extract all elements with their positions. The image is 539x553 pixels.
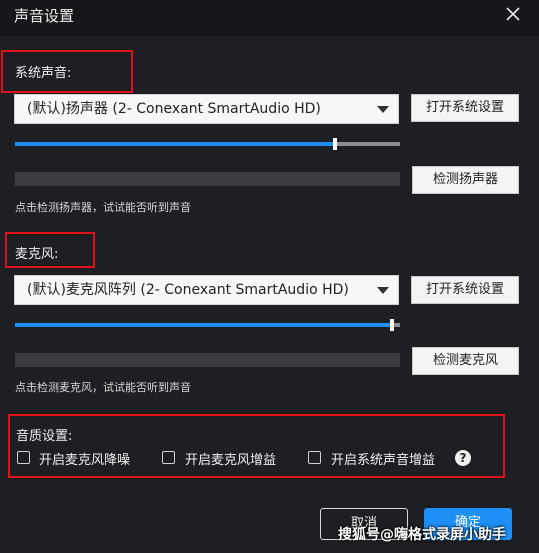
speaker-device-select[interactable]: (默认)扬声器 (2- Conexant SmartAudio HD) bbox=[14, 94, 399, 124]
system-gain-checkbox[interactable] bbox=[308, 451, 321, 464]
microphone-level-meter bbox=[15, 353, 400, 367]
dialog-title: 声音设置 bbox=[14, 7, 75, 25]
open-system-settings-button[interactable]: 打开系统设置 bbox=[411, 94, 519, 122]
speaker-volume-thumb[interactable] bbox=[332, 138, 337, 150]
microphone-label: 麦克风: bbox=[15, 247, 59, 262]
mic-gain-checkbox[interactable] bbox=[162, 451, 175, 464]
test-microphone-button[interactable]: 检测麦克风 bbox=[412, 347, 519, 375]
speaker-volume-slider[interactable] bbox=[15, 138, 400, 150]
chevron-down-icon bbox=[377, 106, 389, 113]
microphone-volume-fill bbox=[15, 323, 393, 327]
microphone-volume-thumb[interactable] bbox=[390, 319, 395, 331]
system-sound-label: 系统声音: bbox=[15, 66, 72, 81]
title-bar bbox=[0, 0, 539, 36]
system-gain-label: 开启系统声音增益 bbox=[331, 453, 436, 468]
microphone-device-select[interactable]: (默认)麦克风阵列 (2- Conexant SmartAudio HD) bbox=[14, 275, 399, 305]
watermark-text: 搜狐号@嗨格式录屏小助手 bbox=[338, 527, 506, 543]
microphone-hint: 点击检测麦克风，试试能否听到声音 bbox=[15, 381, 191, 394]
speaker-device-value: (默认)扬声器 (2- Conexant SmartAudio HD) bbox=[27, 101, 321, 117]
chevron-down-icon bbox=[377, 287, 389, 294]
mic-gain-label: 开启麦克风增益 bbox=[185, 453, 277, 468]
quality-highlight bbox=[8, 414, 505, 478]
open-system-settings-button-mic[interactable]: 打开系统设置 bbox=[411, 276, 519, 304]
quality-label: 音质设置: bbox=[16, 429, 73, 444]
microphone-device-value: (默认)麦克风阵列 (2- Conexant SmartAudio HD) bbox=[27, 282, 349, 298]
close-icon[interactable] bbox=[505, 6, 521, 22]
speaker-hint: 点击检测扬声器，试试能否听到声音 bbox=[15, 201, 191, 214]
speaker-volume-fill bbox=[15, 142, 335, 146]
speaker-level-meter bbox=[15, 172, 400, 186]
test-speaker-button[interactable]: 检测扬声器 bbox=[412, 166, 519, 194]
noise-reduction-checkbox[interactable] bbox=[17, 451, 30, 464]
microphone-volume-slider[interactable] bbox=[15, 319, 400, 331]
question-circle-icon[interactable]: ? bbox=[455, 450, 471, 466]
noise-reduction-label: 开启麦克风降噪 bbox=[39, 453, 131, 468]
